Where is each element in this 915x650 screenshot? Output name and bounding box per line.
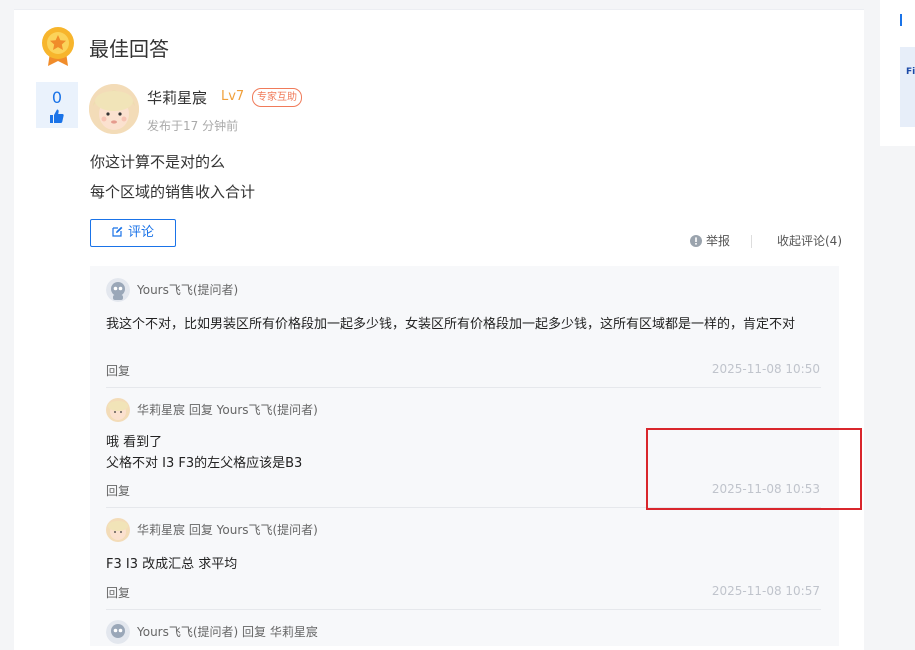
comment-header: Yours飞飞(提问者) 回复 华莉星宸 <box>137 625 318 639</box>
post-time: 发布于17 分钟前 <box>147 119 239 133</box>
reply-link[interactable]: 回复 <box>106 362 130 379</box>
comment-divider <box>106 387 821 388</box>
comment-text: 我这个不对，比如男装区所有价格段加一起多少钱，女装区所有价格段加一起多少钱，这所… <box>106 314 816 335</box>
like-button[interactable]: 0 <box>36 82 78 128</box>
comment-time: 2025-11-08 10:50 <box>711 362 820 376</box>
author-avatar-small[interactable] <box>106 518 130 542</box>
warning-icon <box>690 235 702 247</box>
comment-header: 华莉星宸 回复 Yours飞飞(提问者) <box>137 403 318 417</box>
comment-divider <box>106 609 821 610</box>
report-label: 举报 <box>706 234 731 248</box>
action-divider <box>751 235 752 248</box>
comment-button-label: 评论 <box>127 225 154 240</box>
comment-header: Yours飞飞(提问者) <box>137 283 239 297</box>
comment-time: 2025-11-08 10:57 <box>711 584 820 598</box>
asker-avatar[interactable] <box>106 620 130 644</box>
collapse-comments-link[interactable]: 收起评论(4) <box>777 234 842 248</box>
report-link[interactable]: 举报 <box>690 234 730 248</box>
comment-text-line: 我这个不对，比如男装区所有价格段加一起多少钱，女装区所有价格段加一起多少钱，这所… <box>106 317 796 332</box>
sidebar-section-marker <box>900 14 902 26</box>
author-avatar[interactable] <box>89 84 139 134</box>
reply-link[interactable]: 回复 <box>106 584 130 601</box>
comment-button[interactable]: 评论 <box>90 219 176 247</box>
thumbs-up-icon <box>50 109 64 123</box>
highlight-box <box>646 428 862 510</box>
comment-header: 华莉星宸 回复 Yours飞飞(提问者) <box>137 523 318 537</box>
expert-tag-badge: 专家互助 <box>252 88 302 107</box>
answer-text-line: 每个区域的销售收入合计 <box>90 183 256 201</box>
answer-text-line: 你这计算不是对的么 <box>90 153 226 171</box>
author-name[interactable]: 华莉星宸 <box>147 87 207 108</box>
reply-link[interactable]: 回复 <box>106 482 130 499</box>
author-avatar-small[interactable] <box>106 398 130 422</box>
sidebar-ad-text: Fi <box>906 67 915 77</box>
author-level: Lv7 <box>221 89 245 104</box>
sidebar-ad-banner[interactable]: Fi <box>900 47 915 127</box>
like-count: 0 <box>51 88 63 107</box>
comment-text: F3 I3 改成汇总 求平均 <box>106 554 816 575</box>
asker-avatar[interactable] <box>106 278 130 302</box>
best-answer-title: 最佳回答 <box>89 37 169 61</box>
edit-icon <box>112 226 123 237</box>
medal-icon <box>42 27 74 66</box>
right-sidebar: Fi <box>880 0 915 146</box>
comment-text-line: F3 I3 改成汇总 求平均 <box>106 557 238 572</box>
